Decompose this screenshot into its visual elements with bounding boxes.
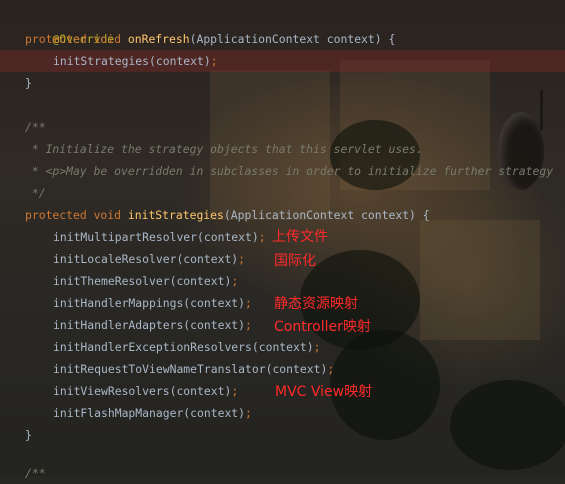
code-line-initstrategies-signature: protected void initStrategies(Applicatio… <box>25 208 430 222</box>
note-handler-adapters: Controller映射 <box>274 319 371 335</box>
note-view-resolvers: MVC View映射 <box>275 384 373 400</box>
code-line-close-brace: } <box>25 76 32 90</box>
code-line-call: initThemeResolver(context); <box>53 274 239 288</box>
javadoc-open-partial: /** <box>25 466 46 480</box>
code-line-call: initHandlerExceptionResolvers(context); <box>53 340 321 354</box>
method-name-initstrategies: initStrategies <box>127 208 224 222</box>
code-line-close-brace: } <box>25 428 32 442</box>
code-line-override: @Override <box>52 32 115 46</box>
note-locale: 国际化 <box>274 253 316 269</box>
code-line-call: initFlashMapManager(context); <box>53 406 252 420</box>
code-line-onrefresh-signature: protected void onRefresh(ApplicationCont… <box>25 32 396 46</box>
javadoc-close: */ <box>25 186 46 200</box>
code-line-call: initRequestToViewNameTranslator(context)… <box>53 362 335 376</box>
note-multipart: 上传文件 <box>272 229 328 245</box>
javadoc-line: * Initialize the strategy objects that t… <box>25 142 423 156</box>
javadoc-line: * <p>May be overridden in subclasses in … <box>25 164 554 178</box>
javadoc-open: /** <box>25 120 46 134</box>
note-handler-mappings: 静态资源映射 <box>274 296 358 312</box>
code-line-highlighted-call: initStrategies(context); <box>0 50 565 72</box>
code-editor[interactable]: @Override protected void onRefresh(Appli… <box>0 0 565 480</box>
method-name-onrefresh: onRefresh <box>127 32 190 46</box>
